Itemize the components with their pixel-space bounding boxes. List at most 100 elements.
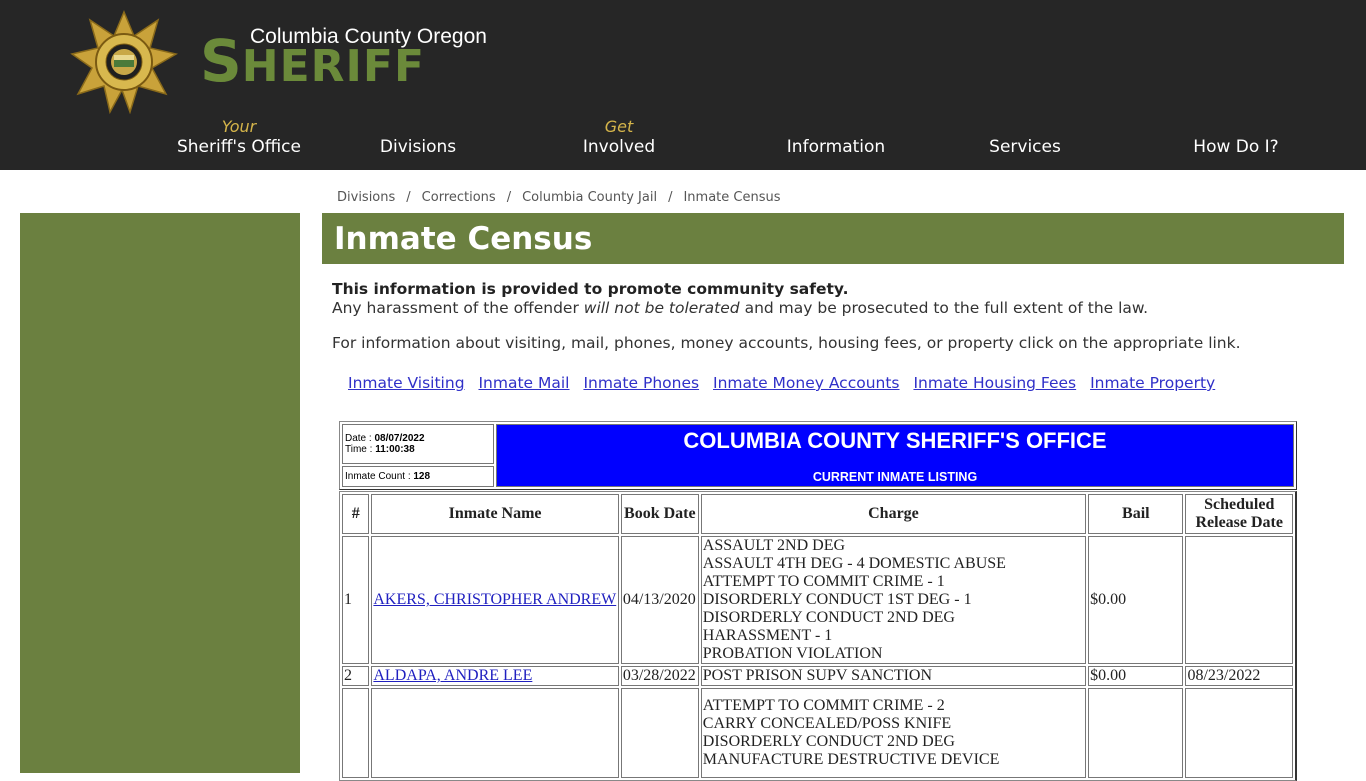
safety-notice-bold: This information is provided to promote … <box>332 280 849 298</box>
nav-label: Sheriff's Office <box>176 137 301 157</box>
brand-title-rest: HERIFF <box>241 41 426 92</box>
row-number: 2 <box>342 666 370 686</box>
col-bail: Bail <box>1088 494 1184 534</box>
breadcrumb-separator: / <box>668 190 673 205</box>
breadcrumb-separator: / <box>406 190 411 205</box>
inmate-count: 128 <box>413 470 431 482</box>
nav-prefix <box>368 116 468 137</box>
listing-title: CURRENT INMATE LISTING <box>812 470 978 484</box>
link-inmate-housing-fees[interactable]: Inmate Housing Fees <box>913 374 1076 392</box>
nav-label: Involved <box>582 137 656 157</box>
bail-amount: $0.00 <box>1088 666 1184 686</box>
col-release-date: Scheduled Release Date <box>1185 494 1293 534</box>
charges-cell: ASSAULT 2ND DEG ASSAULT 4TH DEG - 4 DOMES… <box>700 536 1087 664</box>
harassment-notice-pre: Any harassment of the offender <box>332 299 584 317</box>
release-date <box>1185 688 1293 778</box>
nav-information[interactable]: Information <box>776 116 896 158</box>
col-book-date: Book Date <box>620 494 699 534</box>
office-title: COLUMBIA COUNTY SHERIFF'S OFFICE <box>683 428 1107 453</box>
census-report: Date : 08/07/2022 Time : 11:00:38 COLUMB… <box>339 421 1297 781</box>
inmate-name-link[interactable]: AKERS, CHRISTOPHER ANDREW <box>373 591 616 608</box>
charge-item: CARRY CONCEALED/POSS KNIFE <box>702 715 952 732</box>
inmate-name-link[interactable]: ALDAPA, ANDRE LEE <box>373 667 532 684</box>
nav-get-involved[interactable]: Get Involved <box>574 116 664 158</box>
report-date: 08/07/2022 <box>374 432 425 444</box>
content-notice: This information is provided to promote … <box>332 280 1342 353</box>
table-header-row: # Inmate Name Book Date Charge Bail Sche… <box>342 494 1293 534</box>
nav-sheriffs-office[interactable]: Your Sheriff's Office <box>174 116 304 158</box>
nav-prefix <box>980 116 1070 137</box>
page-title: Inmate Census <box>334 221 593 257</box>
harassment-notice-post: and may be prosecuted to the full extent… <box>739 299 1149 317</box>
report-time: 11:00:38 <box>375 443 415 455</box>
time-label: Time : <box>345 443 376 455</box>
site-header: Columbia County Oregon SHERIFF Your Sher… <box>0 0 1366 170</box>
brand-title-initial: S <box>200 27 242 95</box>
charges-cell: ATTEMPT TO COMMIT CRIME - 2 CARRY CONCEAL… <box>700 688 1087 778</box>
date-time-cell: Date : 08/07/2022 Time : 11:00:38 <box>342 424 494 464</box>
link-inmate-money-accounts[interactable]: Inmate Money Accounts <box>713 374 900 392</box>
nav-label: How Do I? <box>1193 137 1279 157</box>
breadcrumb-current: Inmate Census <box>683 190 781 205</box>
col-inmate-name: Inmate Name <box>371 494 619 534</box>
count-label: Inmate Count : <box>345 470 414 482</box>
charge-item: ASSAULT 2ND DEG <box>702 537 846 554</box>
date-label: Date : <box>345 432 375 444</box>
inmate-table: # Inmate Name Book Date Charge Bail Sche… <box>339 491 1297 781</box>
table-row: 1 AKERS, CHRISTOPHER ANDREW 04/13/2020 ASSA… <box>342 536 1293 664</box>
charge-item: DISORDERLY CONDUCT 2ND DEG <box>702 609 955 626</box>
link-inmate-phones[interactable]: Inmate Phones <box>583 374 699 392</box>
charge-item: MANUFACTURE DESTRUCTIVE DEVICE <box>702 751 1000 768</box>
nav-how-do-i[interactable]: How Do I? <box>1184 116 1288 158</box>
inmate-name-cell <box>371 688 619 778</box>
charge-item: PROBATION VIOLATION <box>702 645 883 662</box>
link-inmate-mail[interactable]: Inmate Mail <box>478 374 569 392</box>
nav-label: Divisions <box>379 137 457 157</box>
charge-item: DISORDERLY CONDUCT 1ST DEG - 1 <box>702 591 972 608</box>
brand-title[interactable]: SHERIFF <box>200 32 425 90</box>
bail-amount <box>1088 688 1184 778</box>
sidebar-panel <box>20 213 300 773</box>
charge-item: HARASSMENT - 1 <box>702 627 833 644</box>
inmate-count-cell: Inmate Count : 128 <box>342 465 494 487</box>
nav-prefix <box>1184 116 1288 137</box>
release-date: 08/23/2022 <box>1185 666 1293 686</box>
book-date <box>620 688 699 778</box>
nav-prefix <box>776 116 896 137</box>
breadcrumb-corrections[interactable]: Corrections <box>422 190 496 205</box>
inmate-name-cell: AKERS, CHRISTOPHER ANDREW <box>371 536 619 664</box>
book-date: 04/13/2020 <box>620 536 699 664</box>
nav-prefix: Get <box>604 117 634 136</box>
nav-label: Information <box>786 137 886 157</box>
charge-item: ATTEMPT TO COMMIT CRIME - 2 <box>702 697 945 714</box>
col-number: # <box>342 494 370 534</box>
col-charge: Charge <box>700 494 1087 534</box>
nav-label: Services <box>989 137 1061 157</box>
table-row: ATTEMPT TO COMMIT CRIME - 2 CARRY CONCEAL… <box>342 688 1293 778</box>
table-row: 2 ALDAPA, ANDRE LEE 03/28/2022 POST PRISON … <box>342 666 1293 686</box>
inmate-links: Inmate Visiting Inmate Mail Inmate Phone… <box>348 374 1224 392</box>
page-title-bar: Inmate Census <box>322 213 1344 264</box>
office-banner: COLUMBIA COUNTY SHERIFF'S OFFICE CURRENT… <box>496 424 1294 487</box>
sheriff-star-badge-icon[interactable] <box>70 10 179 115</box>
nav-services[interactable]: Services <box>980 116 1070 158</box>
nav-prefix: Your <box>221 117 257 136</box>
charge-item: POST PRISON SUPV SANCTION <box>702 667 933 684</box>
breadcrumb: Divisions / Corrections / Columbia County Ja… <box>337 190 780 205</box>
book-date: 03/28/2022 <box>620 666 699 686</box>
link-inmate-visiting[interactable]: Inmate Visiting <box>348 374 465 392</box>
inmate-name-cell: ALDAPA, ANDRE LEE <box>371 666 619 686</box>
breadcrumb-separator: / <box>506 190 512 205</box>
harassment-notice-italic: will not be tolerated <box>583 299 740 317</box>
breadcrumb-divisions[interactable]: Divisions <box>337 190 395 205</box>
info-text: For information about visiting, mail, ph… <box>332 334 1241 352</box>
charge-item: ASSAULT 4TH DEG - 4 DOMESTIC ABUSE <box>702 555 1006 572</box>
census-header-table: Date : 08/07/2022 Time : 11:00:38 COLUMB… <box>339 421 1297 490</box>
link-inmate-property[interactable]: Inmate Property <box>1090 374 1215 392</box>
row-number: 1 <box>342 536 370 664</box>
release-date <box>1185 536 1293 664</box>
bail-amount: $0.00 <box>1088 536 1184 664</box>
nav-divisions[interactable]: Divisions <box>368 116 468 158</box>
charge-item: DISORDERLY CONDUCT 2ND DEG <box>702 733 955 750</box>
breadcrumb-jail[interactable]: Columbia County Jail <box>522 190 657 205</box>
